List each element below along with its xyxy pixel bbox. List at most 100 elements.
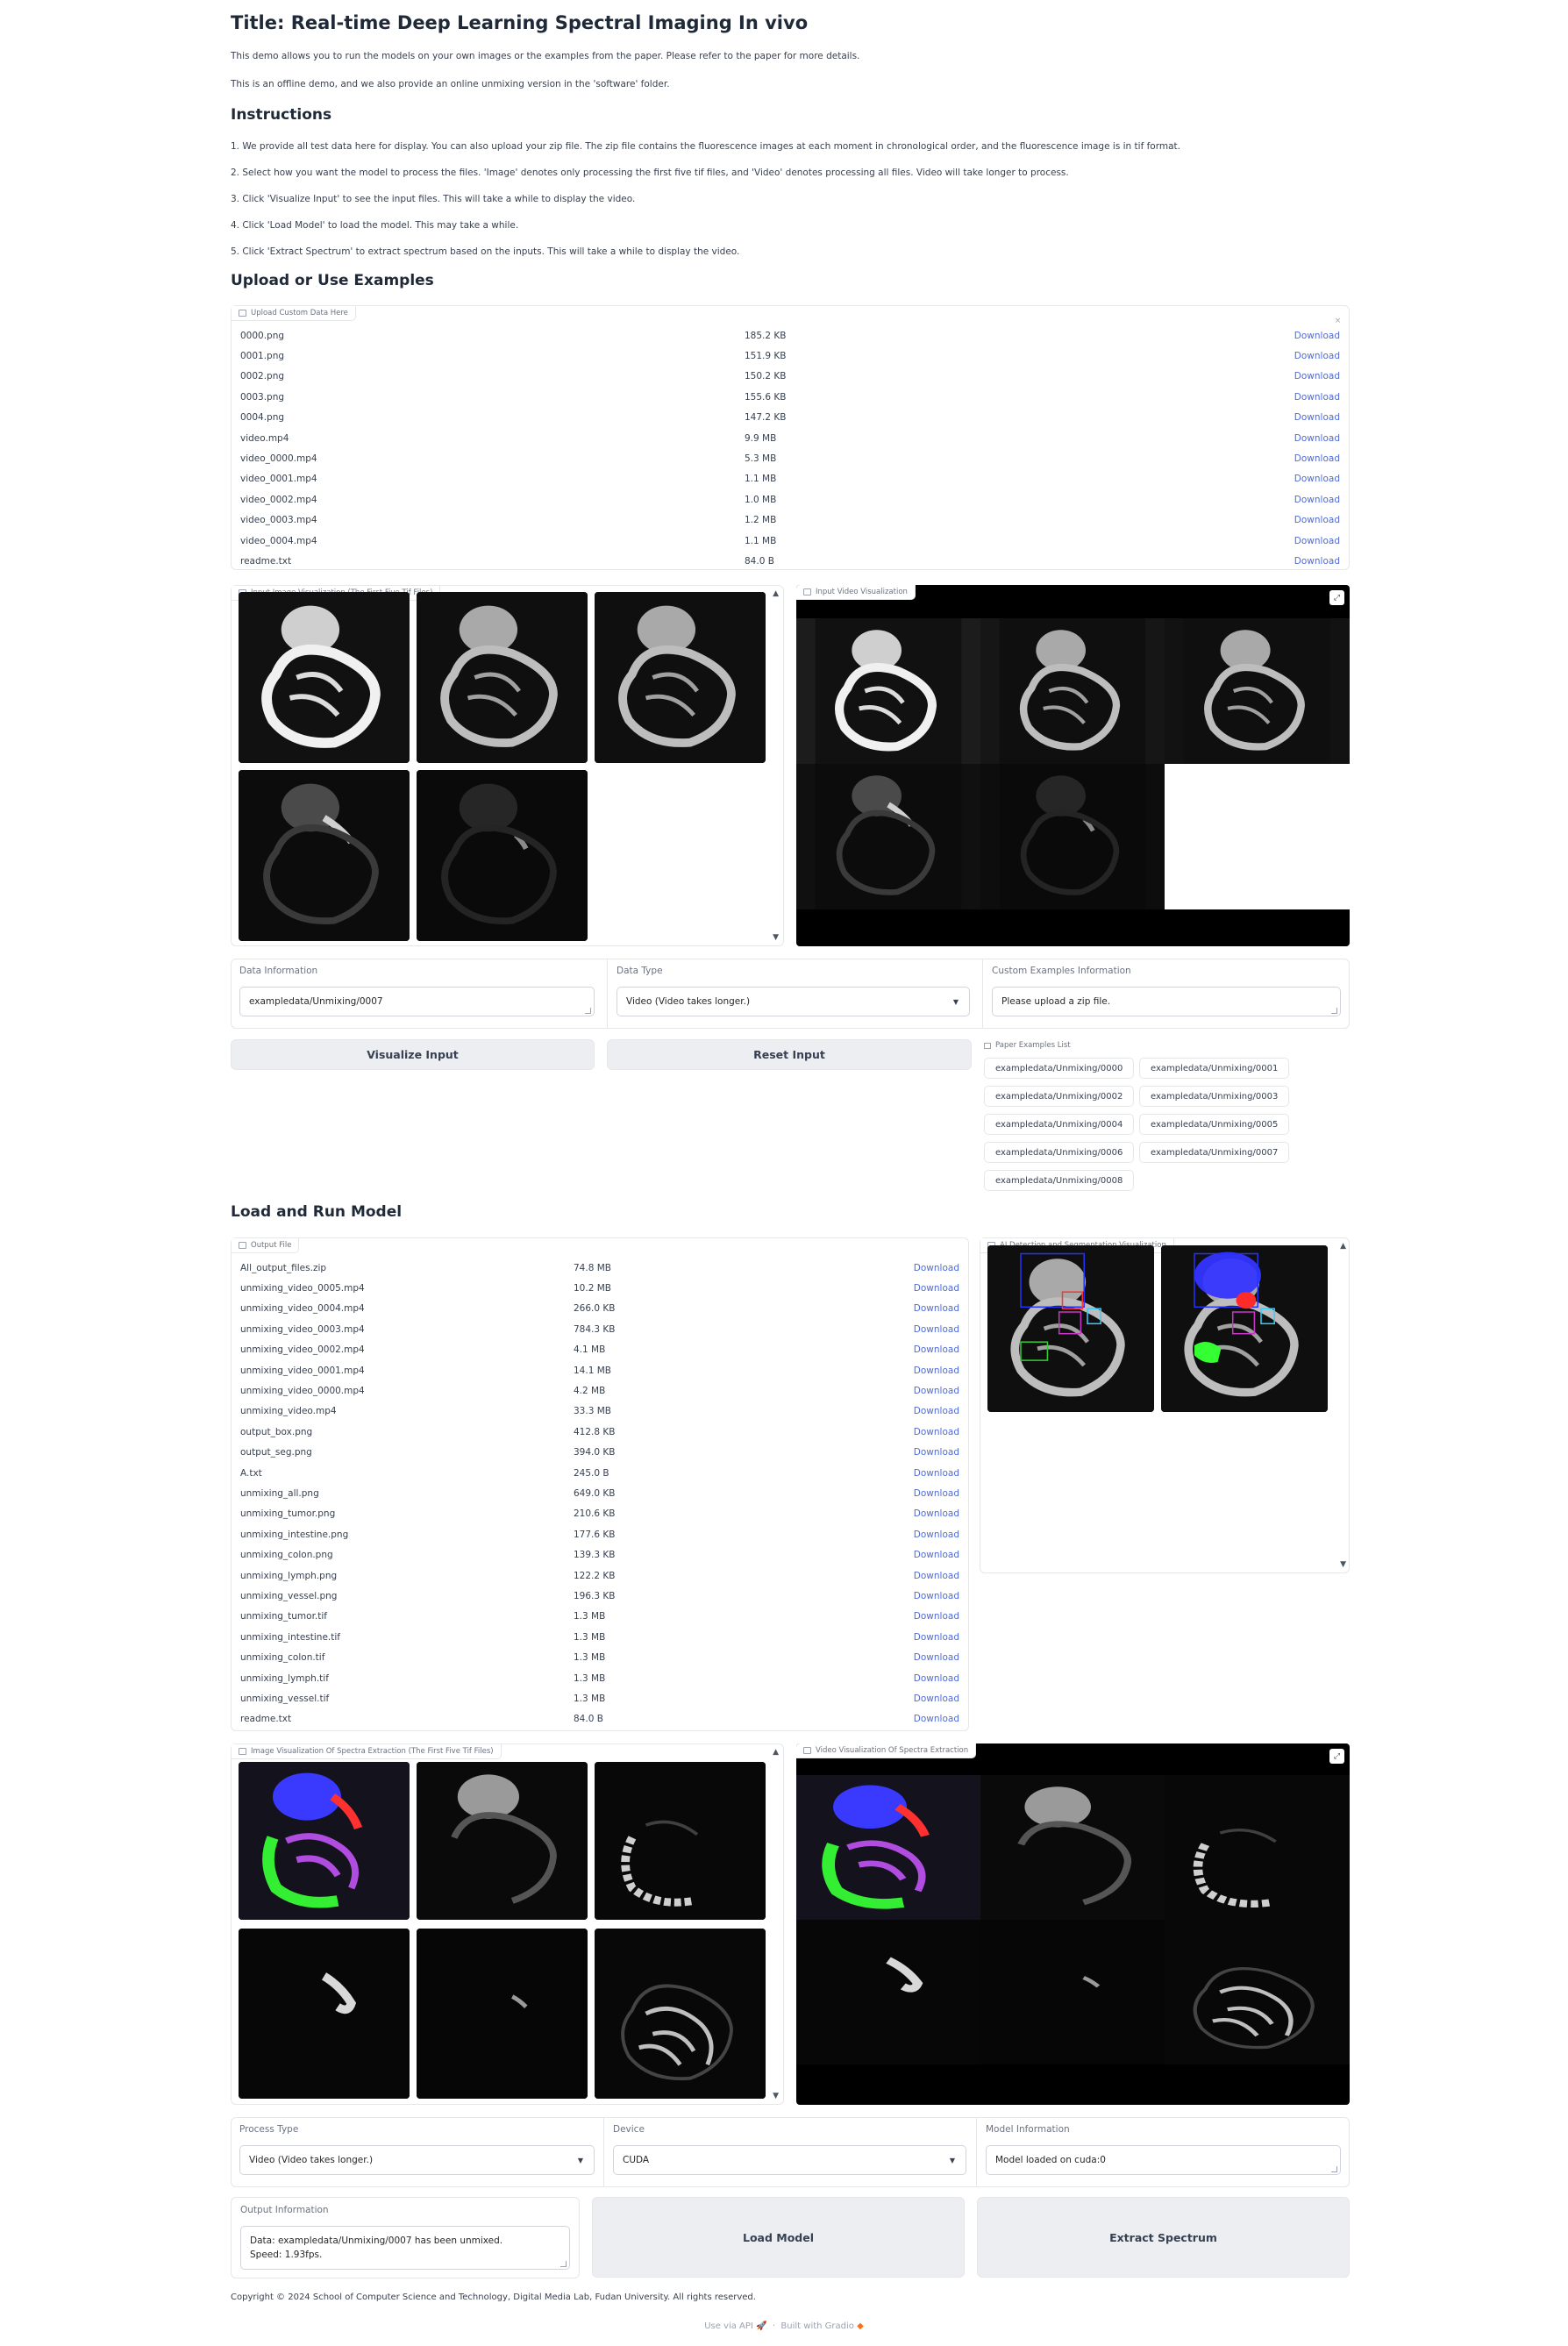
paper-example-item[interactable]: exampledata/Unmixing/0002 xyxy=(984,1086,1135,1107)
resize-handle[interactable] xyxy=(560,2261,567,2267)
output-file-row: unmixing_video_0003.mp4 784.3 KB Download xyxy=(240,1319,959,1339)
download-link[interactable]: Download xyxy=(914,1571,959,1581)
paper-example-item[interactable]: exampledata/Unmixing/0001 xyxy=(1139,1058,1290,1079)
device-dropdown[interactable]: CUDA ▼ xyxy=(613,2145,966,2175)
input-thumbnail-2[interactable] xyxy=(417,592,588,763)
use-api-link[interactable]: Use via API xyxy=(704,2321,753,2331)
download-link[interactable]: Download xyxy=(1294,331,1340,341)
extract-spectrum-button[interactable]: Extract Spectrum xyxy=(977,2197,1350,2278)
detection-box-image[interactable] xyxy=(987,1245,1154,1412)
spectra-thumbnail-6[interactable] xyxy=(595,1929,766,2099)
download-link[interactable]: Download xyxy=(914,1632,959,1643)
download-link[interactable]: Download xyxy=(1294,371,1340,381)
download-link[interactable]: Download xyxy=(1294,474,1340,484)
download-link[interactable]: Download xyxy=(914,1652,959,1663)
resize-handle[interactable] xyxy=(585,1008,591,1014)
download-link[interactable]: Download xyxy=(914,1303,959,1314)
spectra-gallery[interactable]: Image Visualization Of Spectra Extractio… xyxy=(231,1743,784,2105)
fullscreen-icon[interactable]: ⤢ xyxy=(1329,590,1344,605)
download-link[interactable]: Download xyxy=(1294,495,1340,505)
resize-handle[interactable] xyxy=(1331,1008,1337,1014)
download-link[interactable]: Download xyxy=(914,1550,959,1560)
input-thumbnail-3[interactable] xyxy=(595,592,766,763)
upload-file-row: video_0002.mp4 1.0 MB Download xyxy=(240,489,1340,510)
output-file-panel[interactable]: Output File All_output_files.zip 74.8 MB D… xyxy=(231,1237,969,1731)
input-thumbnail-1[interactable] xyxy=(239,592,410,763)
download-link[interactable]: Download xyxy=(914,1427,959,1437)
scroll-up-icon[interactable]: ▲ xyxy=(773,589,779,598)
paper-example-item[interactable]: exampledata/Unmixing/0008 xyxy=(984,1170,1135,1191)
model-information-label: Model Information xyxy=(986,2124,1070,2135)
scroll-down-icon[interactable]: ▼ xyxy=(773,933,779,942)
output-information-label: Output Information xyxy=(240,2205,329,2215)
paper-example-item[interactable]: exampledata/Unmixing/0007 xyxy=(1139,1142,1290,1163)
paper-example-item[interactable]: exampledata/Unmixing/0005 xyxy=(1139,1114,1290,1135)
upload-file-panel[interactable]: Upload Custom Data Here × 0000.png 185.2 … xyxy=(231,305,1350,570)
output-information-input[interactable]: Data: exampledata/Unmixing/0007 has been… xyxy=(240,2226,570,2270)
spectra-video-player[interactable]: Video Visualization Of Spectra Extractio… xyxy=(796,1743,1350,2105)
download-link[interactable]: Download xyxy=(914,1447,959,1458)
paper-example-item[interactable]: exampledata/Unmixing/0004 xyxy=(984,1114,1135,1135)
input-video-label: Input Video Visualization xyxy=(796,585,916,600)
download-link[interactable]: Download xyxy=(914,1324,959,1335)
paper-example-item[interactable]: exampledata/Unmixing/0006 xyxy=(984,1142,1135,1163)
download-link[interactable]: Download xyxy=(914,1468,959,1479)
download-link[interactable]: Download xyxy=(914,1488,959,1499)
scroll-up-icon[interactable]: ▲ xyxy=(1340,1242,1346,1251)
data-information-input[interactable]: exampledata/Unmixing/0007 xyxy=(239,987,595,1016)
input-thumbnail-5[interactable] xyxy=(417,770,588,941)
download-link[interactable]: Download xyxy=(1294,392,1340,403)
download-link[interactable]: Download xyxy=(914,1283,959,1294)
paper-example-item[interactable]: exampledata/Unmixing/0000 xyxy=(984,1058,1135,1079)
download-link[interactable]: Download xyxy=(914,1344,959,1355)
download-link[interactable]: Download xyxy=(1294,556,1340,567)
download-link[interactable]: Download xyxy=(1294,351,1340,361)
spectra-thumbnail-5[interactable] xyxy=(417,1929,588,2099)
download-link[interactable]: Download xyxy=(1294,412,1340,423)
load-model-button[interactable]: Load Model xyxy=(592,2197,965,2278)
built-with-gradio-link[interactable]: Built with Gradio xyxy=(780,2321,853,2331)
ai-detection-gallery[interactable]: AI Detection and Segmentation Visualizat… xyxy=(980,1237,1350,1573)
spectra-thumbnail-all[interactable] xyxy=(239,1762,410,1920)
file-size: 1.3 MB xyxy=(574,1694,606,1705)
input-thumbnail-4[interactable] xyxy=(239,770,410,941)
model-information-input[interactable]: Model loaded on cuda:0 xyxy=(986,2145,1341,2175)
custom-examples-input[interactable]: Please upload a zip file. xyxy=(992,987,1341,1016)
spectra-thumbnail-3[interactable] xyxy=(595,1762,766,1920)
paper-example-item[interactable]: exampledata/Unmixing/0003 xyxy=(1139,1086,1290,1107)
upload-file-row: 0003.png 155.6 KB Download xyxy=(240,387,1340,407)
download-link[interactable]: Download xyxy=(1294,515,1340,525)
output-file-row: unmixing_intestine.tif 1.3 MB Download xyxy=(240,1627,959,1647)
download-link[interactable]: Download xyxy=(1294,453,1340,464)
file-size: 122.2 KB xyxy=(574,1570,616,1581)
output-file-row: All_output_files.zip 74.8 MB Download xyxy=(240,1258,959,1278)
download-link[interactable]: Download xyxy=(914,1611,959,1622)
scroll-down-icon[interactable]: ▼ xyxy=(773,2092,779,2100)
scroll-up-icon[interactable]: ▲ xyxy=(773,1748,779,1757)
spectra-thumbnail-2[interactable] xyxy=(417,1762,588,1920)
download-link[interactable]: Download xyxy=(914,1673,959,1684)
download-link[interactable]: Download xyxy=(1294,433,1340,444)
visualize-input-button[interactable]: Visualize Input xyxy=(231,1039,595,1070)
download-link[interactable]: Download xyxy=(914,1508,959,1519)
resize-handle[interactable] xyxy=(1331,2166,1337,2172)
download-link[interactable]: Download xyxy=(1294,536,1340,546)
process-type-dropdown[interactable]: Video (Video takes longer.) ▼ xyxy=(239,2145,595,2175)
scroll-down-icon[interactable]: ▼ xyxy=(1340,1560,1346,1569)
download-link[interactable]: Download xyxy=(914,1386,959,1396)
input-video-player[interactable]: Input Video Visualization ⤢ xyxy=(796,585,1350,946)
reset-input-button[interactable]: Reset Input xyxy=(607,1039,972,1070)
data-type-dropdown[interactable]: Video (Video takes longer.) ▼ xyxy=(617,987,970,1016)
download-link[interactable]: Download xyxy=(914,1694,959,1704)
download-link[interactable]: Download xyxy=(914,1714,959,1724)
download-link[interactable]: Download xyxy=(914,1591,959,1601)
file-size: 84.0 B xyxy=(745,556,774,567)
download-link[interactable]: Download xyxy=(914,1366,959,1376)
spectra-thumbnail-4[interactable] xyxy=(239,1929,410,2099)
segmentation-image[interactable] xyxy=(1161,1245,1328,1412)
download-link[interactable]: Download xyxy=(914,1263,959,1273)
input-gallery[interactable]: Input Image Visualization (The First Fiv… xyxy=(231,585,784,946)
download-link[interactable]: Download xyxy=(914,1406,959,1416)
fullscreen-icon[interactable]: ⤢ xyxy=(1329,1749,1344,1764)
download-link[interactable]: Download xyxy=(914,1530,959,1540)
